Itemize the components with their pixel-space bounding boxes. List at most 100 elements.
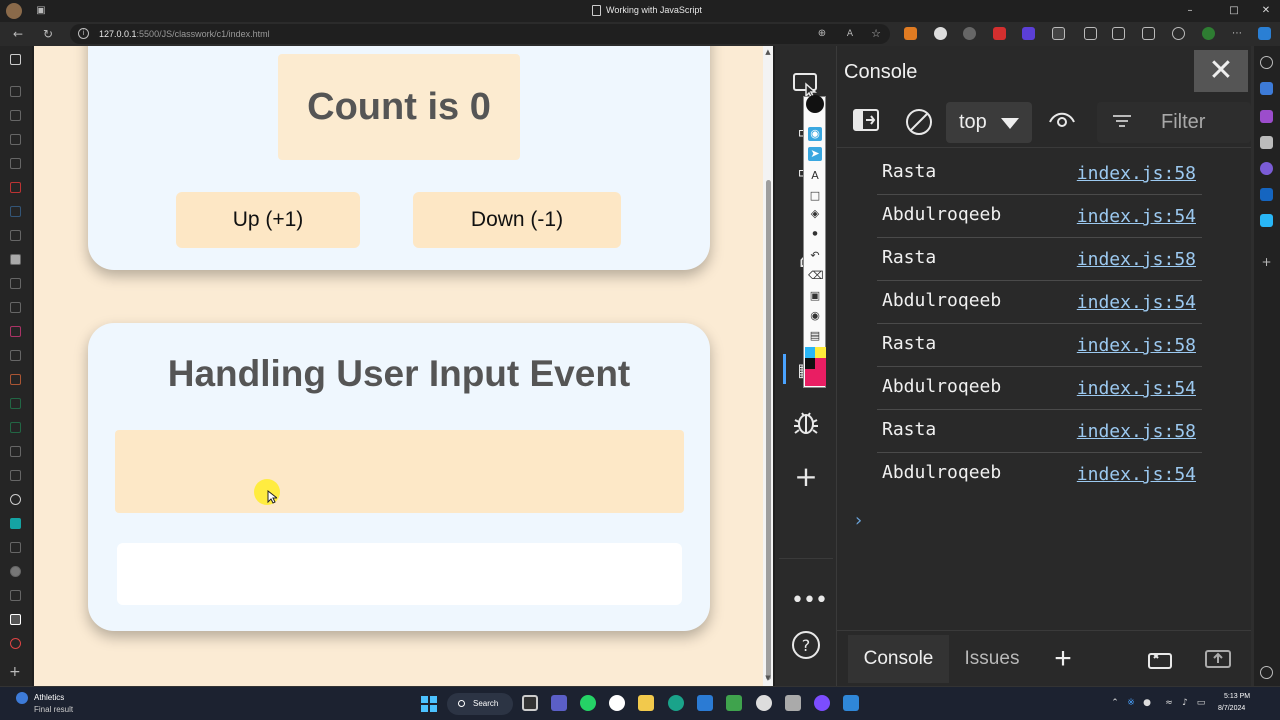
adblock-icon[interactable] bbox=[993, 27, 1006, 40]
pen-icon[interactable] bbox=[806, 95, 824, 113]
maximize-button[interactable]: □ bbox=[1222, 3, 1246, 19]
extension-icon[interactable] bbox=[963, 27, 976, 40]
telegram-icon[interactable] bbox=[1260, 214, 1273, 227]
page-scrollbar[interactable]: ▲ ▼ bbox=[763, 46, 773, 686]
read-aloud-icon[interactable]: A bbox=[842, 26, 858, 42]
user-text-input[interactable] bbox=[115, 430, 684, 513]
brush-size-icon[interactable]: ● bbox=[808, 227, 822, 241]
bluetooth-icon[interactable]: ※ bbox=[1126, 698, 1136, 708]
app-icon[interactable] bbox=[756, 695, 772, 711]
split-screen-icon[interactable] bbox=[1084, 27, 1097, 40]
settings-gear-icon[interactable] bbox=[1260, 666, 1273, 679]
undock-drawer-icon[interactable] bbox=[1201, 635, 1235, 683]
log-source-link[interactable]: index.js:58 bbox=[1077, 163, 1196, 184]
edge-browser-icon[interactable] bbox=[668, 695, 684, 711]
help-icon[interactable]: ? bbox=[791, 630, 821, 660]
up-button[interactable]: Up (+1) bbox=[176, 192, 360, 248]
favorites-icon[interactable] bbox=[1112, 27, 1125, 40]
log-source-link[interactable]: index.js:54 bbox=[1077, 292, 1196, 313]
board-icon[interactable]: ▣ bbox=[808, 289, 822, 303]
tray-chevron-up-icon[interactable]: ⌃ bbox=[1110, 698, 1120, 708]
close-devtools-icon[interactable]: ✕ bbox=[1194, 50, 1248, 92]
app-icon[interactable] bbox=[785, 695, 801, 711]
log-source-link[interactable]: index.js:58 bbox=[1077, 421, 1196, 442]
github-desktop-icon[interactable] bbox=[814, 695, 830, 711]
extensions-puzzle-icon[interactable] bbox=[1052, 27, 1065, 40]
tab-icon[interactable] bbox=[10, 542, 21, 553]
search-icon[interactable] bbox=[1260, 56, 1273, 69]
start-windows-icon[interactable] bbox=[421, 696, 437, 712]
vscode-icon[interactable] bbox=[697, 695, 713, 711]
add-sidebar-app-icon[interactable]: + bbox=[1260, 256, 1273, 269]
microphone-icon[interactable]: ● bbox=[1142, 698, 1152, 708]
profile-avatar[interactable] bbox=[6, 3, 22, 19]
tab-console[interactable]: Console bbox=[848, 635, 949, 683]
tab-icon[interactable] bbox=[10, 446, 21, 457]
tab-icon[interactable] bbox=[10, 518, 21, 529]
log-source-link[interactable]: index.js:58 bbox=[1077, 335, 1196, 356]
log-source-link[interactable]: index.js:54 bbox=[1077, 464, 1196, 485]
widget-title[interactable]: Athletics bbox=[34, 693, 64, 702]
more-menu-icon[interactable]: ⋯ bbox=[1232, 27, 1245, 40]
address-field[interactable]: i 127.0.0.1:5500/JS/classwork/c1/index.h… bbox=[70, 24, 890, 44]
site-info-icon[interactable]: i bbox=[78, 28, 89, 39]
extension-icon[interactable] bbox=[904, 27, 917, 40]
scroll-down-icon[interactable]: ▼ bbox=[764, 674, 772, 682]
collections-icon[interactable] bbox=[1142, 27, 1155, 40]
clock-time[interactable]: 5:13 PM bbox=[1224, 693, 1250, 700]
color-swatch-yellow[interactable] bbox=[815, 347, 826, 358]
active-tab-icon[interactable] bbox=[10, 614, 21, 625]
tab-actions-icon[interactable] bbox=[10, 54, 21, 65]
tab-icon[interactable] bbox=[10, 350, 21, 361]
filter-input[interactable]: Filter bbox=[1097, 102, 1251, 143]
tab-issues[interactable]: Issues bbox=[955, 635, 1029, 683]
undo-icon[interactable]: ↶ bbox=[808, 249, 822, 263]
tab-icon[interactable] bbox=[10, 86, 21, 97]
pointer-icon[interactable]: ➤ bbox=[808, 147, 822, 161]
context-selector[interactable]: top bbox=[946, 102, 1032, 143]
news-widget-icon[interactable] bbox=[16, 692, 28, 704]
sidebar-app-icon[interactable] bbox=[1260, 82, 1273, 95]
taskbar-search[interactable]: Search bbox=[447, 693, 513, 715]
extension-icon[interactable] bbox=[934, 27, 947, 40]
history-icon[interactable] bbox=[1172, 27, 1185, 40]
refresh-icon[interactable]: ↻ bbox=[40, 26, 56, 42]
app-icon[interactable] bbox=[843, 695, 859, 711]
shape-tool-icon[interactable]: □ bbox=[808, 189, 822, 203]
sidebar-toggle-icon[interactable] bbox=[851, 108, 881, 138]
back-icon[interactable]: ← bbox=[10, 26, 26, 42]
excel-notes-icon[interactable] bbox=[726, 695, 742, 711]
scroll-up-icon[interactable]: ▲ bbox=[764, 48, 772, 56]
outlook-icon[interactable] bbox=[1260, 188, 1273, 201]
text-tool-icon[interactable]: A bbox=[808, 169, 822, 183]
color-swatch-pink[interactable] bbox=[815, 358, 826, 369]
sidebar-app-icon[interactable] bbox=[1260, 110, 1273, 123]
dock-drawer-icon[interactable] bbox=[1143, 635, 1177, 683]
add-tool-icon[interactable]: + bbox=[791, 462, 821, 492]
down-button[interactable]: Down (-1) bbox=[413, 192, 621, 248]
sidebar-app-icon[interactable] bbox=[1260, 136, 1273, 149]
tab-icon[interactable] bbox=[10, 398, 21, 409]
color-swatch-magenta[interactable] bbox=[805, 369, 826, 386]
add-tab-icon[interactable]: + bbox=[1043, 635, 1083, 683]
wifi-icon[interactable]: ≈ bbox=[1164, 698, 1174, 708]
tab-icon[interactable] bbox=[10, 110, 21, 121]
clear-console-icon[interactable] bbox=[904, 108, 934, 138]
new-tab-icon[interactable]: + bbox=[9, 664, 21, 680]
teams-icon[interactable] bbox=[551, 695, 567, 711]
github-icon[interactable] bbox=[10, 494, 21, 505]
camera-icon[interactable]: ◉ bbox=[808, 309, 822, 323]
zoom-icon[interactable]: ⊕ bbox=[814, 26, 830, 42]
log-source-link[interactable]: index.js:54 bbox=[1077, 206, 1196, 227]
console-prompt-chevron-icon[interactable]: › bbox=[855, 510, 862, 531]
task-view-icon[interactable] bbox=[522, 695, 538, 711]
more-tools-icon[interactable]: ••• bbox=[791, 586, 828, 616]
log-source-link[interactable]: index.js:54 bbox=[1077, 378, 1196, 399]
tab-icon[interactable] bbox=[10, 638, 21, 649]
tab-icon[interactable] bbox=[10, 374, 21, 385]
workspaces-icon[interactable]: ▣ bbox=[34, 4, 48, 18]
copilot-icon[interactable] bbox=[1258, 27, 1271, 40]
trash-icon[interactable]: ⌫ bbox=[808, 269, 824, 283]
sidebar-app-icon[interactable] bbox=[1260, 162, 1273, 175]
issues-bug-icon[interactable] bbox=[791, 408, 821, 438]
